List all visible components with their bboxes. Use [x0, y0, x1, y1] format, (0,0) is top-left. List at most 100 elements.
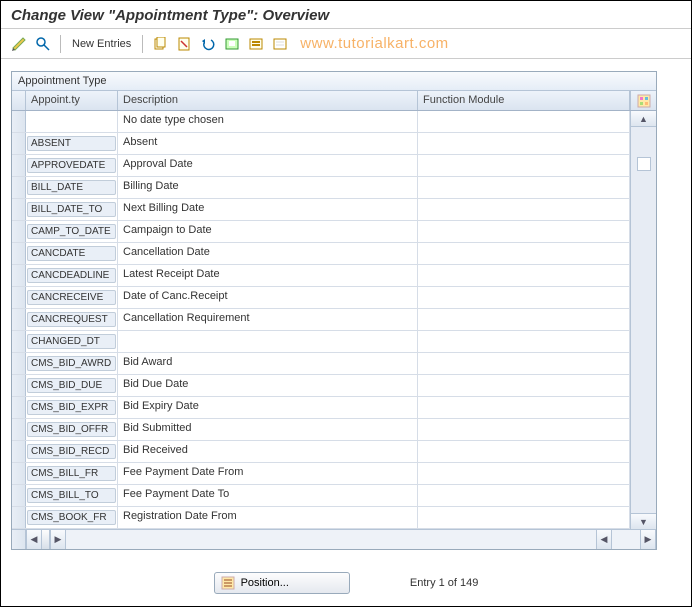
table-row[interactable]: CANCDATECancellation Date [12, 243, 630, 265]
cell-function-module[interactable] [418, 133, 630, 154]
row-selector[interactable] [12, 463, 26, 484]
cell-function-module[interactable] [418, 485, 630, 506]
table-row[interactable]: CMS_BID_OFFRBid Submitted [12, 419, 630, 441]
row-selector[interactable] [12, 155, 26, 176]
cell-function-module[interactable] [418, 155, 630, 176]
table-row[interactable]: CMS_BILL_TOFee Payment Date To [12, 485, 630, 507]
row-selector[interactable] [12, 111, 26, 132]
row-selector[interactable] [12, 375, 26, 396]
table-settings-icon[interactable] [630, 91, 656, 110]
column-header-function-module[interactable]: Function Module [418, 91, 630, 110]
table-row[interactable]: CANCREQUESTCancellation Requirement [12, 309, 630, 331]
cell-description[interactable]: Fee Payment Date To [118, 485, 418, 506]
cell-appoint-ty[interactable]: CMS_BID_DUE [26, 375, 118, 396]
cell-description[interactable]: Bid Due Date [118, 375, 418, 396]
cell-description[interactable]: Cancellation Date [118, 243, 418, 264]
cell-description[interactable]: Bid Award [118, 353, 418, 374]
cell-description[interactable]: Bid Expiry Date [118, 397, 418, 418]
cell-appoint-ty[interactable]: CHANGED_DT [26, 331, 118, 352]
scroll-right-icon[interactable]: ▶ [50, 530, 66, 549]
cell-appoint-ty[interactable]: BILL_DATE_TO [26, 199, 118, 220]
cell-appoint-ty[interactable] [26, 111, 118, 132]
position-button[interactable]: Position... [214, 572, 350, 594]
cell-function-module[interactable] [418, 199, 630, 220]
scroll-up-icon[interactable]: ▲ [631, 111, 656, 127]
cell-appoint-ty[interactable]: CANCRECEIVE [26, 287, 118, 308]
cell-function-module[interactable] [418, 243, 630, 264]
cell-description[interactable]: No date type chosen [118, 111, 418, 132]
row-selector[interactable] [12, 221, 26, 242]
cell-description[interactable]: Bid Received [118, 441, 418, 462]
cell-appoint-ty[interactable]: APPROVEDATE [26, 155, 118, 176]
cell-appoint-ty[interactable]: CMS_BID_AWRD [26, 353, 118, 374]
table-row[interactable]: APPROVEDATEApproval Date [12, 155, 630, 177]
cell-function-module[interactable] [418, 441, 630, 462]
cell-description[interactable] [118, 331, 418, 352]
cell-description[interactable]: Bid Submitted [118, 419, 418, 440]
cell-description[interactable]: Approval Date [118, 155, 418, 176]
delete-icon[interactable] [174, 34, 194, 54]
hscroll-thumb[interactable] [42, 530, 50, 549]
cell-appoint-ty[interactable]: CMS_BID_RECD [26, 441, 118, 462]
cell-description[interactable]: Next Billing Date [118, 199, 418, 220]
cell-function-module[interactable] [418, 111, 630, 132]
display-change-toggle-icon[interactable] [9, 34, 29, 54]
select-all-icon[interactable] [246, 34, 266, 54]
save-select-icon[interactable] [222, 34, 242, 54]
cell-function-module[interactable] [418, 463, 630, 484]
row-selector[interactable] [12, 309, 26, 330]
table-row[interactable]: CMS_BID_EXPRBid Expiry Date [12, 397, 630, 419]
cell-function-module[interactable] [418, 397, 630, 418]
cell-appoint-ty[interactable]: CANCREQUEST [26, 309, 118, 330]
cell-function-module[interactable] [418, 507, 630, 528]
horizontal-scrollbar[interactable]: ◀ ▶ [26, 530, 596, 549]
cell-description[interactable]: Latest Receipt Date [118, 265, 418, 286]
cell-appoint-ty[interactable]: CANCDEADLINE [26, 265, 118, 286]
table-row[interactable]: CMS_BID_RECDBid Received [12, 441, 630, 463]
cell-appoint-ty[interactable]: CAMP_TO_DATE [26, 221, 118, 242]
row-selector[interactable] [12, 353, 26, 374]
vertical-scrollbar[interactable]: ▲ ▼ [630, 111, 656, 529]
cell-appoint-ty[interactable]: CANCDATE [26, 243, 118, 264]
row-selector[interactable] [12, 507, 26, 528]
cell-appoint-ty[interactable]: CMS_BOOK_FR [26, 507, 118, 528]
cell-description[interactable]: Campaign to Date [118, 221, 418, 242]
cell-function-module[interactable] [418, 331, 630, 352]
table-row[interactable]: CMS_BOOK_FRRegistration Date From [12, 507, 630, 529]
cell-description[interactable]: Billing Date [118, 177, 418, 198]
cell-description[interactable]: Date of Canc.Receipt [118, 287, 418, 308]
scroll-left-icon[interactable]: ◀ [596, 530, 612, 549]
find-icon[interactable] [33, 34, 53, 54]
copy-icon[interactable] [150, 34, 170, 54]
row-selector[interactable] [12, 331, 26, 352]
row-selector[interactable] [12, 177, 26, 198]
table-row[interactable]: ABSENTAbsent [12, 133, 630, 155]
column-header-description[interactable]: Description [118, 91, 418, 110]
column-header-selector[interactable] [12, 91, 26, 110]
scroll-right-icon[interactable]: ▶ [640, 530, 656, 549]
cell-appoint-ty[interactable]: BILL_DATE [26, 177, 118, 198]
table-row[interactable]: No date type chosen [12, 111, 630, 133]
row-selector[interactable] [12, 199, 26, 220]
cell-description[interactable]: Absent [118, 133, 418, 154]
cell-appoint-ty[interactable]: ABSENT [26, 133, 118, 154]
table-row[interactable]: CMS_BID_DUEBid Due Date [12, 375, 630, 397]
cell-function-module[interactable] [418, 309, 630, 330]
cell-function-module[interactable] [418, 221, 630, 242]
row-selector[interactable] [12, 133, 26, 154]
row-selector[interactable] [12, 243, 26, 264]
scroll-left-icon[interactable]: ◀ [26, 530, 42, 549]
row-selector[interactable] [12, 485, 26, 506]
row-selector[interactable] [12, 441, 26, 462]
cell-description[interactable]: Cancellation Requirement [118, 309, 418, 330]
cell-description[interactable]: Fee Payment Date From [118, 463, 418, 484]
cell-function-module[interactable] [418, 375, 630, 396]
cell-appoint-ty[interactable]: CMS_BID_EXPR [26, 397, 118, 418]
table-row[interactable]: CANCRECEIVEDate of Canc.Receipt [12, 287, 630, 309]
cell-function-module[interactable] [418, 353, 630, 374]
cell-function-module[interactable] [418, 177, 630, 198]
cell-appoint-ty[interactable]: CMS_BID_OFFR [26, 419, 118, 440]
table-row[interactable]: CMS_BID_AWRDBid Award [12, 353, 630, 375]
row-selector[interactable] [12, 265, 26, 286]
table-row[interactable]: CMS_BILL_FRFee Payment Date From [12, 463, 630, 485]
